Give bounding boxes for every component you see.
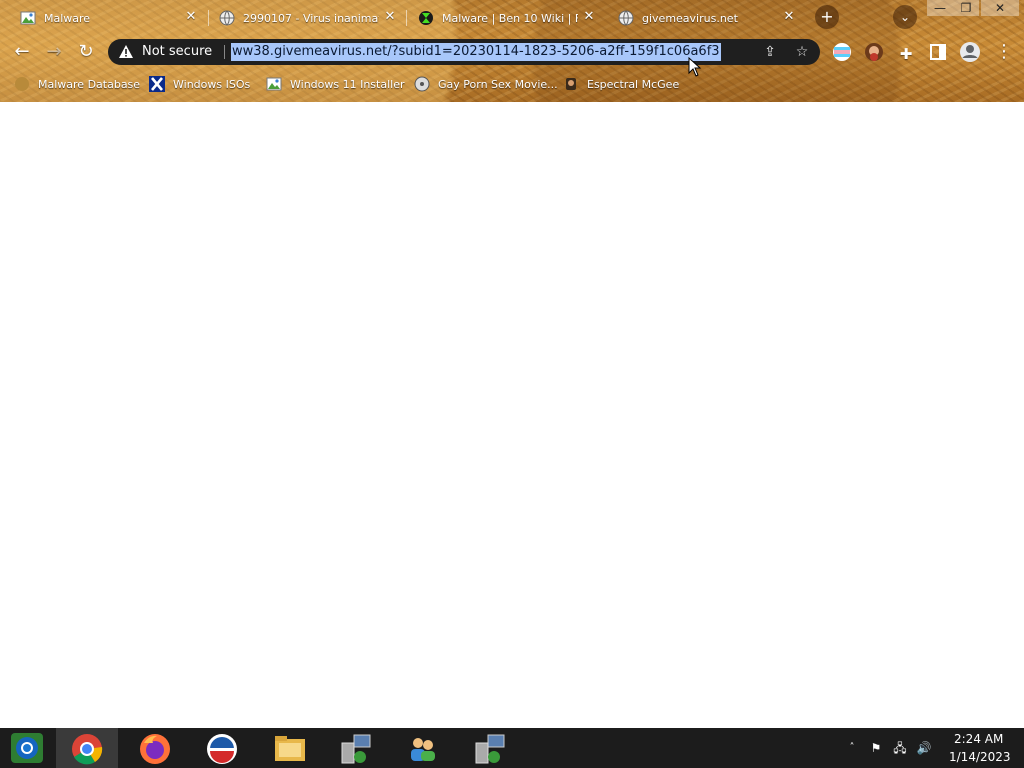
sand-icon (15, 77, 29, 91)
extensions-puzzle-icon[interactable]: ✚ (894, 42, 918, 66)
opera-icon (207, 734, 237, 764)
close-tab-icon[interactable]: ✕ (184, 10, 198, 24)
close-window-button[interactable]: ✕ (981, 0, 1019, 16)
tab-title: Malware | Ben 10 Wiki | F (442, 11, 578, 25)
warning-icon[interactable] (118, 44, 134, 60)
users-icon (411, 738, 435, 761)
bookmark-windows-11-installer[interactable]: Windows 11 Installer (266, 75, 405, 93)
bookmark-espectral-mcgee[interactable]: Espectral McGee (563, 75, 679, 93)
close-tab-icon[interactable]: ✕ (383, 10, 397, 24)
x-icon (149, 76, 165, 92)
close-tab-icon[interactable]: ✕ (582, 10, 596, 24)
taskbar: ˄ ⚑ 🖧 🔊 2:24 AM 1/14/2023 (0, 728, 1024, 768)
network-computer-icon (475, 734, 505, 764)
bookmark-malware-database[interactable]: Malware Database (14, 75, 140, 93)
extension-flag-icon[interactable] (832, 42, 852, 62)
tab-malware[interactable]: Malware ✕ (8, 4, 206, 32)
tab-title: Malware (44, 11, 91, 25)
omnibox-divider (224, 45, 225, 59)
clock-date[interactable]: 1/14/2023 (949, 750, 1011, 764)
tab-title: 2990107 - Virus inanimate (243, 11, 379, 25)
menu-kebab-icon[interactable]: ⋮ (992, 40, 1016, 64)
taskbar-opera[interactable] (191, 728, 251, 768)
tab-title: givemeavirus.net (642, 11, 738, 25)
taskbar-network-setup-2[interactable] (459, 728, 519, 768)
taskbar-users[interactable] (391, 728, 451, 768)
tab-search-button[interactable]: ⌄ (893, 5, 917, 29)
new-tab-button[interactable]: + (815, 5, 839, 29)
tab-ben10-wiki[interactable]: Malware | Ben 10 Wiki | F ✕ (406, 4, 604, 32)
omnitrix-icon (419, 11, 433, 25)
bookmark-star-icon[interactable]: ☆ (794, 44, 810, 60)
close-tab-icon[interactable]: ✕ (782, 10, 796, 24)
restore-button[interactable]: ❐ (953, 0, 979, 16)
profile-avatar-icon[interactable] (959, 41, 981, 63)
minimize-button[interactable]: — (927, 0, 953, 16)
network-computer-icon (341, 734, 371, 764)
bookmark-label: Malware Database (38, 77, 141, 91)
mouse-cursor-icon (688, 57, 702, 77)
start-button[interactable] (0, 728, 60, 768)
chrome-icon (72, 734, 103, 765)
bookmark-label: Windows ISOs (173, 77, 251, 91)
extension-avatar-icon[interactable] (864, 42, 884, 62)
image-favicon (20, 11, 36, 25)
start-orb-icon (11, 733, 43, 763)
security-status[interactable]: Not secure (142, 44, 212, 59)
clock-time[interactable]: 2:24 AM (954, 732, 1003, 746)
show-hidden-icons-chevron[interactable]: ˄ (844, 740, 860, 756)
network-icon[interactable]: 🖧 (892, 740, 908, 756)
taskbar-chrome[interactable] (56, 728, 118, 768)
volume-icon[interactable]: 🔊 (916, 740, 932, 756)
bookmark-label: Gay Porn Sex Movie... (438, 77, 558, 91)
image-icon (266, 77, 282, 91)
share-icon[interactable]: ⇪ (762, 44, 778, 60)
character-icon (566, 78, 576, 90)
browser-chrome: Malware ✕ 2990107 - Virus inanimate ✕ Ma… (0, 0, 1024, 102)
bookmark-label: Windows 11 Installer (290, 77, 405, 91)
bookmark-label: Espectral McGee (587, 77, 680, 91)
taskbar-firefox[interactable] (124, 728, 184, 768)
address-bar[interactable]: Not secure ww38.givemeavirus.net/?subid1… (108, 39, 820, 65)
side-panel-icon[interactable] (928, 42, 948, 62)
taskbar-file-explorer[interactable] (258, 728, 318, 768)
url-text[interactable]: ww38.givemeavirus.net/?subid1=20230114-1… (231, 43, 721, 61)
back-button[interactable]: ← (10, 40, 34, 64)
folder-icon (275, 736, 305, 761)
globe-icon (219, 10, 235, 26)
taskbar-network-setup[interactable] (325, 728, 385, 768)
bookmark-movie-site[interactable]: Gay Porn Sex Movie... (414, 75, 558, 93)
reload-button[interactable]: ↻ (74, 40, 98, 64)
bookmark-windows-isos[interactable]: Windows ISOs (149, 75, 250, 93)
tab-virus-inanimate[interactable]: 2990107 - Virus inanimate ✕ (207, 4, 405, 32)
action-center-flag-icon[interactable]: ⚑ (868, 740, 884, 756)
page-content (0, 102, 1024, 728)
forward-button[interactable]: → (42, 40, 66, 64)
tab-givemeavirus[interactable]: givemeavirus.net ✕ (606, 4, 804, 32)
firefox-icon (140, 734, 170, 764)
disc-icon (414, 76, 430, 92)
globe-icon (618, 10, 634, 26)
